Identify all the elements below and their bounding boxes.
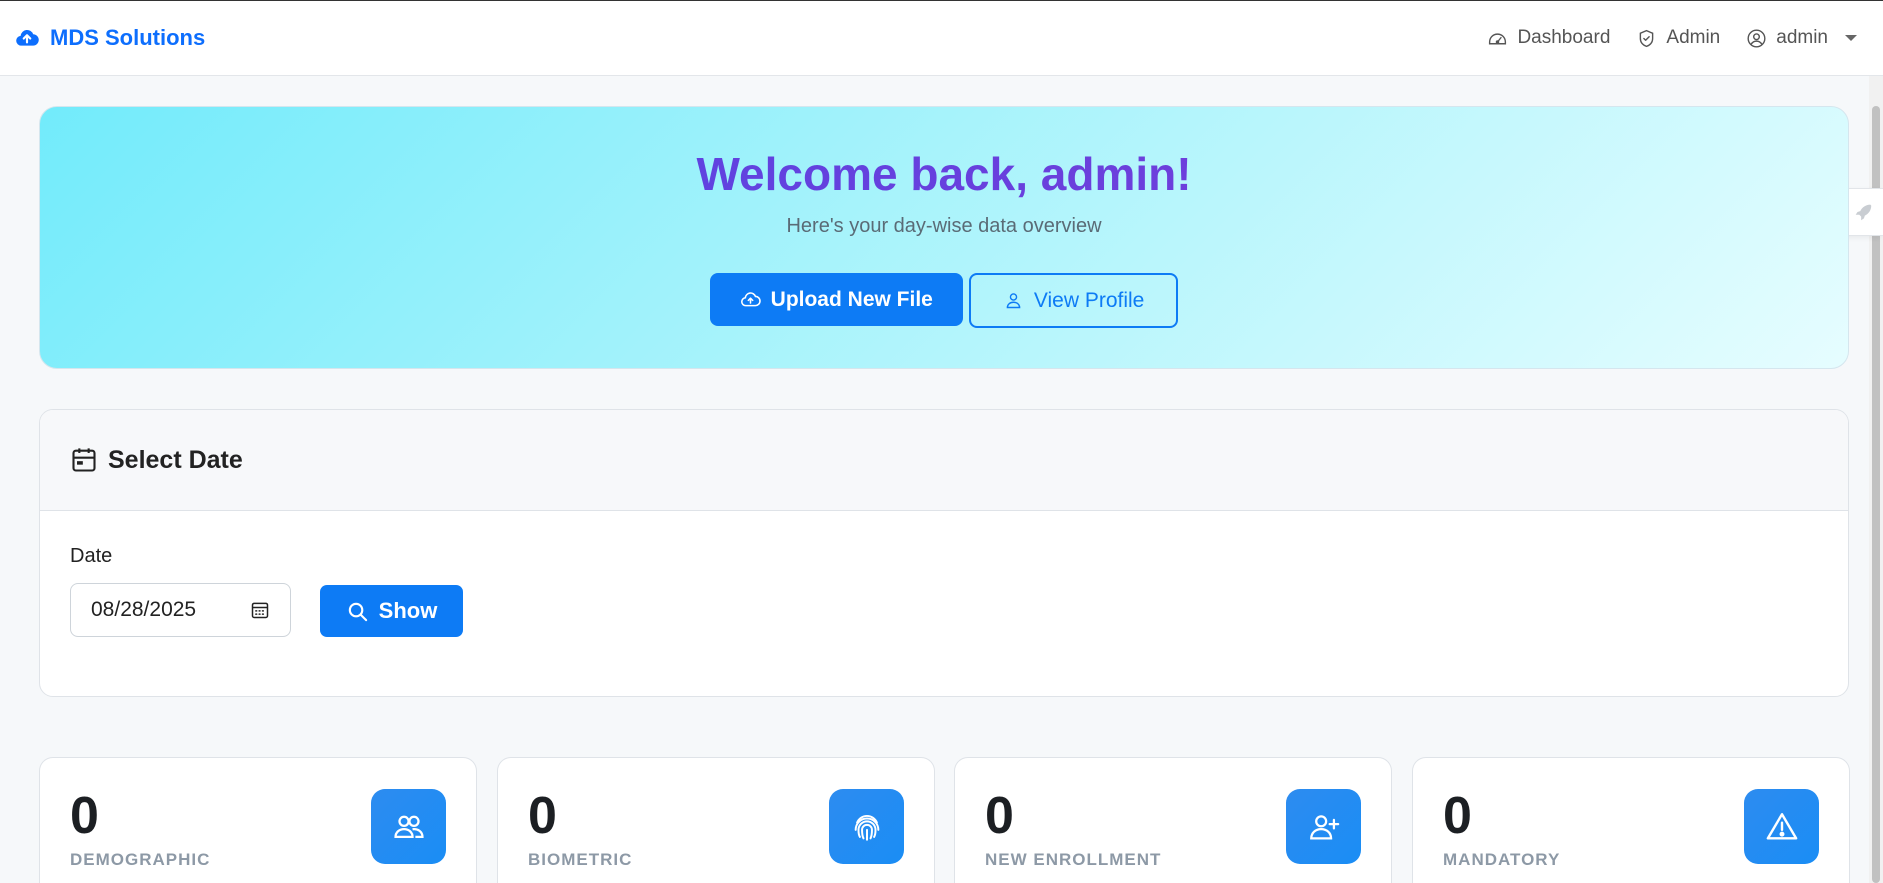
date-label: Date xyxy=(70,545,113,567)
date-input[interactable]: 08/28/2025 xyxy=(70,583,291,637)
user-menu-label: admin xyxy=(1776,27,1828,48)
select-date-header: Select Date xyxy=(40,410,1848,511)
user-menu-dropdown[interactable]: admin xyxy=(1746,27,1857,49)
person-add-icon xyxy=(1309,814,1339,839)
warning-icon xyxy=(1766,812,1797,840)
upload-new-file-label: Upload New File xyxy=(770,287,933,311)
welcome-hero: Welcome back, admin! Here's your day-wis… xyxy=(39,106,1849,369)
stat-icon-box xyxy=(371,789,446,864)
stat-value: 0 xyxy=(70,787,99,845)
stat-card-new-enrollment: 0 NEW ENROLLMENT xyxy=(954,757,1392,883)
shield-icon xyxy=(1640,29,1654,47)
fingerprint-icon xyxy=(854,814,879,841)
calendar-picker-icon[interactable] xyxy=(250,600,270,620)
show-button[interactable]: Show xyxy=(320,585,463,637)
stat-label: MANDATORY xyxy=(1443,850,1561,869)
brand-link[interactable]: MDS Solutions xyxy=(14,25,205,51)
select-date-title: Select Date xyxy=(108,445,243,474)
speedometer-icon xyxy=(1489,33,1507,44)
people-icon xyxy=(393,815,424,838)
stat-label: DEMOGRAPHIC xyxy=(70,850,211,869)
top-navbar: MDS Solutions Dashboard Admin admin xyxy=(0,0,1883,76)
show-button-label: Show xyxy=(378,598,438,623)
nav-dashboard-link[interactable]: Dashboard xyxy=(1487,27,1610,49)
welcome-title: Welcome back, admin! xyxy=(40,147,1848,201)
user-circle-icon xyxy=(1747,28,1766,48)
nav-links: Dashboard Admin admin xyxy=(1487,27,1857,49)
chevron-down-icon xyxy=(1845,35,1857,41)
cloud-upload-icon xyxy=(740,292,761,307)
calendar-icon xyxy=(72,448,96,472)
nav-dashboard-label: Dashboard xyxy=(1517,27,1611,48)
cloud-upload-icon xyxy=(16,29,39,46)
view-profile-label: View Profile xyxy=(1033,288,1145,312)
stat-icon-box xyxy=(829,789,904,864)
stat-value: 0 xyxy=(1443,787,1472,845)
stat-card-mandatory: 0 MANDATORY xyxy=(1412,757,1850,883)
stat-icon-box xyxy=(1744,789,1819,864)
stat-icon-box xyxy=(1286,789,1361,864)
brand-name: MDS Solutions xyxy=(50,25,206,50)
upload-new-file-button[interactable]: Upload New File xyxy=(709,273,963,326)
hero-actions: Upload New File View Profile xyxy=(40,273,1848,328)
date-input-value: 08/28/2025 xyxy=(91,598,197,621)
stat-value: 0 xyxy=(528,787,557,845)
view-profile-button[interactable]: View Profile xyxy=(968,273,1179,328)
stat-card-demographic: 0 DEMOGRAPHIC xyxy=(39,757,477,883)
stat-value: 0 xyxy=(985,787,1014,845)
welcome-subtitle: Here's your day-wise data overview xyxy=(786,215,1102,237)
search-icon xyxy=(348,602,367,621)
stat-label: BIOMETRIC xyxy=(528,850,633,869)
stat-label: NEW ENROLLMENT xyxy=(985,850,1162,869)
stat-card-biometric: 0 BIOMETRIC xyxy=(497,757,935,883)
rocket-icon xyxy=(1855,204,1871,221)
nav-admin-label: Admin xyxy=(1666,27,1721,48)
person-icon xyxy=(1006,293,1021,309)
nav-admin-link[interactable]: Admin xyxy=(1636,27,1720,49)
select-date-card: Select Date Date 08/28/2025 Show xyxy=(39,409,1849,697)
